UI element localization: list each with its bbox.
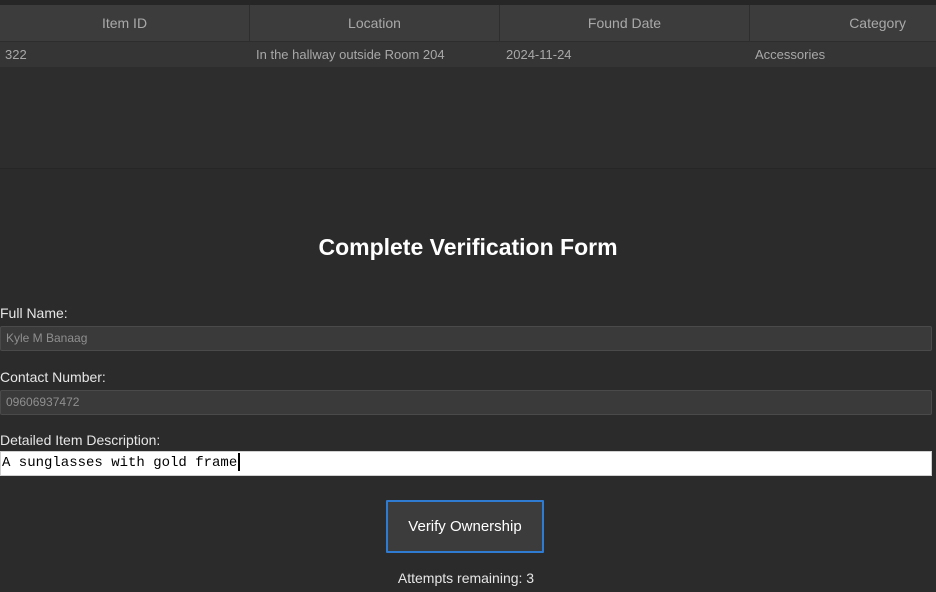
column-header-item-id[interactable]: Item ID — [0, 5, 250, 41]
contact-number-label: Contact Number: — [0, 369, 106, 385]
verify-ownership-button[interactable]: Verify Ownership — [386, 500, 544, 553]
column-header-location[interactable]: Location — [250, 5, 500, 41]
found-items-table: Item ID Location Found Date Category 322… — [0, 0, 936, 169]
cell-category: Accessories — [755, 47, 826, 62]
cell-found-date: 2024-11-24 — [506, 47, 572, 62]
column-header-found-date[interactable]: Found Date — [500, 5, 750, 41]
contact-number-field[interactable]: 09606937472 — [0, 390, 932, 415]
full-name-label: Full Name: — [0, 305, 68, 321]
table-header: Item ID Location Found Date Category — [0, 5, 936, 41]
text-caret — [238, 453, 241, 472]
full-name-field[interactable]: Kyle M Banaag — [0, 326, 932, 351]
attempts-remaining-text: Attempts remaining: 3 — [397, 570, 535, 586]
item-description-label: Detailed Item Description: — [0, 432, 161, 448]
cell-item-id: 322 — [5, 47, 27, 62]
item-description-input[interactable]: A sunglasses with gold frame — [0, 451, 932, 476]
table-row[interactable]: 322 In the hallway outside Room 204 2024… — [0, 42, 936, 67]
form-title: Complete Verification Form — [318, 234, 618, 260]
column-header-category[interactable]: Category — [750, 5, 936, 41]
item-description-text: A sunglasses with gold frame — [2, 455, 238, 471]
cell-location: In the hallway outside Room 204 — [256, 47, 445, 62]
verification-window: Item ID Location Found Date Category 322… — [0, 0, 936, 592]
